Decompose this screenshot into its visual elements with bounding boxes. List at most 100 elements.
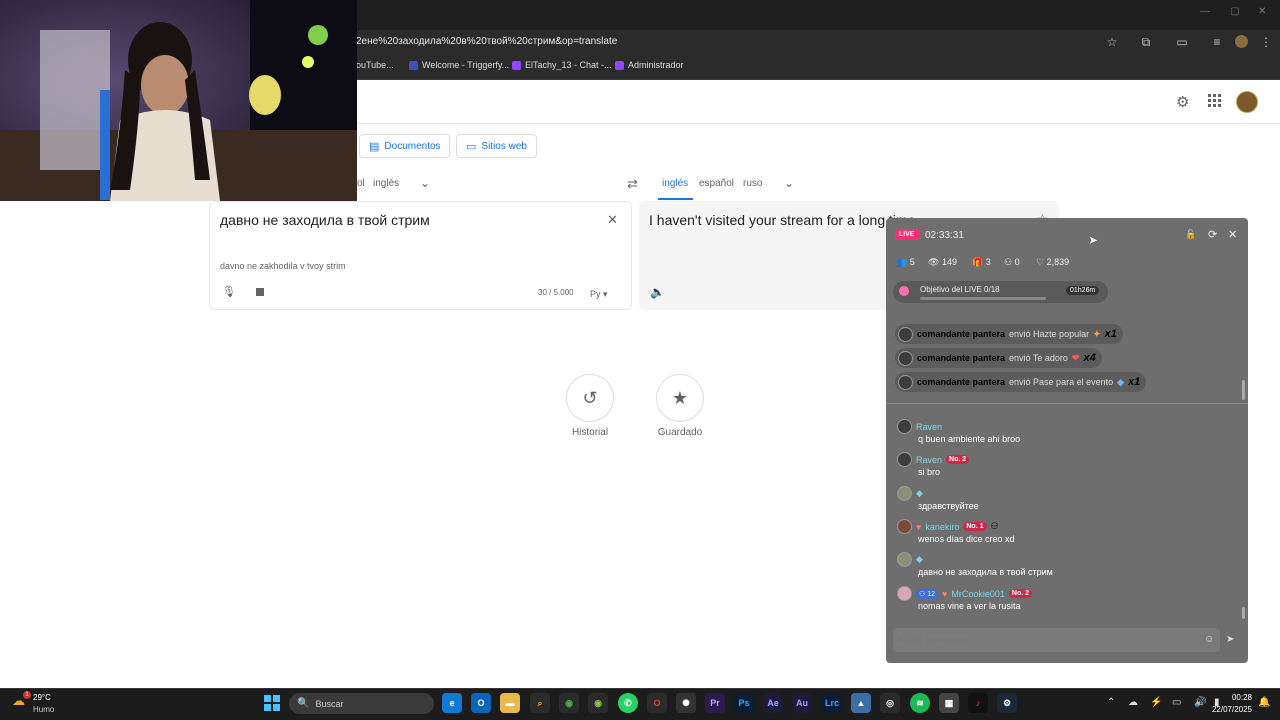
search-app-icon[interactable]: ⌕ [530, 693, 550, 713]
target-lang-spanish[interactable]: español [699, 178, 734, 189]
chrome-icon[interactable]: ◉ [559, 693, 579, 713]
chat-message: ⚇ 12 ♥ MrCookie001 No. 2 nomas vine a ver l… [897, 586, 1033, 611]
mouse-cursor-icon: ➤ [1088, 233, 1099, 247]
bookmark-youtube[interactable]: ouTube... [356, 60, 394, 70]
likes-stat: ♡ 2,839 [1036, 257, 1069, 268]
minimize-icon[interactable]: — [1200, 6, 1210, 17]
swap-languages-icon[interactable]: ⇄ [627, 176, 638, 192]
users-count: 5 [909, 257, 915, 267]
clock-date[interactable]: 22/07/2025 [1209, 705, 1252, 714]
source-text[interactable]: давно не заходила в твой стрим [220, 212, 430, 228]
goal-icon [899, 286, 909, 296]
clear-source-icon[interactable]: ✕ [607, 212, 618, 228]
photoshop-icon[interactable]: Ps [734, 693, 754, 713]
extensions-icon[interactable]: ⧉ [1138, 35, 1154, 50]
bookmark-triggerfy[interactable]: Welcome - Triggerfy... [409, 60, 509, 70]
photos-icon[interactable]: ▲ [851, 693, 871, 713]
rank-badge: No. 2 [1008, 589, 1033, 598]
edge-icon[interactable]: e [442, 693, 462, 713]
bookmark-label: Welcome - Triggerfy... [422, 60, 510, 70]
send-icon[interactable]: ➤ [1226, 634, 1234, 645]
gift-row: comandante pantera envió Pase para el ev… [895, 372, 1147, 392]
saved-button[interactable]: ★ [656, 374, 704, 422]
clock-time[interactable]: 00:28 [1228, 693, 1252, 702]
lightroom-icon[interactable]: Lrc [822, 693, 842, 713]
bookmark-twitch-chat[interactable]: ElTachy_13 - Chat -... [512, 60, 612, 70]
microphone-icon[interactable]: 🎙 [222, 285, 236, 298]
gift-action: envió Hazte popular [1009, 329, 1090, 339]
source-lang-dropdown-icon[interactable]: ⌄ [420, 176, 430, 190]
volume-icon[interactable]: 🔊 [1194, 697, 1206, 708]
profile-avatar[interactable] [1235, 35, 1248, 48]
bookmark-admin[interactable]: Administrador [615, 60, 684, 70]
target-lang-english[interactable]: inglés [662, 178, 688, 189]
tray-network-icon[interactable]: ⚡ [1150, 697, 1162, 708]
steam-icon[interactable]: ⚙ [997, 693, 1017, 713]
close-overlay-icon[interactable]: ✕ [1228, 228, 1237, 241]
tiktok-icon[interactable]: ♪ [968, 693, 988, 713]
chat-username[interactable]: ◆ [916, 488, 923, 499]
bookmark-star-icon[interactable]: ☆ [1104, 35, 1120, 49]
eye-icon: 👁 [928, 257, 940, 267]
gift-scrollbar[interactable] [1242, 380, 1245, 400]
opera-icon[interactable]: O [647, 693, 667, 713]
weather-temp: 29°C [33, 693, 51, 702]
target-lang-russian[interactable]: ruso [743, 178, 762, 189]
davinci-icon[interactable]: ✺ [676, 693, 696, 713]
twitch-icon [615, 60, 624, 70]
menu-icon[interactable]: ⋮ [1258, 35, 1274, 49]
history-button[interactable]: ↺ [566, 374, 614, 422]
tray-display-icon[interactable]: ▭ [1172, 697, 1181, 708]
chat-username[interactable]: Raven [916, 455, 942, 465]
input-tools-button[interactable]: Ру ▾ [590, 289, 608, 300]
documents-chip[interactable]: ▤ Documentos [359, 134, 450, 158]
premiere-icon[interactable]: Pr [705, 693, 725, 713]
store-icon[interactable]: ▦ [939, 693, 959, 713]
close-window-icon[interactable]: ✕ [1258, 6, 1266, 17]
after-effects-icon[interactable]: Ae [763, 693, 783, 713]
chat-username[interactable]: MrCookie001 [951, 589, 1005, 599]
emoji-icon[interactable]: ☺ [1204, 634, 1214, 645]
audition-icon[interactable]: Au [792, 693, 812, 713]
chat-scrollbar[interactable] [1242, 607, 1245, 619]
chat-username[interactable]: ◆ [916, 554, 923, 565]
whatsapp-icon[interactable]: ✆ [618, 693, 638, 713]
windows-start-icon[interactable] [264, 695, 280, 711]
address-bar[interactable]: 2eне%20заходила%20в%20твой%20стрим&op=tr… [356, 36, 617, 47]
comment-input[interactable] [897, 631, 1197, 649]
target-lang-dropdown-icon[interactable]: ⌄ [784, 176, 794, 190]
chat-username[interactable]: Raven [916, 422, 942, 432]
outlook-icon[interactable]: O [471, 693, 491, 713]
websites-chip[interactable]: ▭ Sitios web [456, 134, 537, 158]
chrome-alt-icon[interactable]: ◉ [588, 693, 608, 713]
reading-list-icon[interactable]: ≡ [1209, 35, 1225, 49]
stop-icon[interactable] [256, 288, 264, 296]
share-user-icon: ⚇ [1004, 257, 1013, 267]
file-explorer-icon[interactable]: ▬ [500, 693, 520, 713]
taskbar-search-box[interactable]: 🔍 Buscar [289, 693, 434, 714]
source-lang-english[interactable]: inglés [373, 178, 399, 189]
avatar [898, 326, 913, 342]
listen-speaker-icon[interactable]: 🔈 [650, 285, 665, 299]
cast-icon[interactable]: ▭ [1174, 35, 1190, 49]
tray-overflow-icon[interactable]: ⌃ [1107, 697, 1115, 708]
chat-text: nomas vine a ver la rusita [918, 601, 1021, 611]
notifications-icon[interactable]: 🔔 [1258, 697, 1270, 708]
chat-message: Raven No. 2 si bro [897, 452, 970, 477]
maximize-icon[interactable]: ▢ [1230, 6, 1239, 17]
settings-gear-icon[interactable]: ⚙ [1176, 93, 1189, 111]
obs-icon[interactable]: ◎ [880, 693, 900, 713]
apps-grid-icon[interactable] [1208, 94, 1221, 107]
chat-username[interactable]: kanekiro [925, 522, 959, 532]
lock-icon[interactable]: 🔓 [1185, 229, 1196, 240]
source-lang-partial[interactable]: ol [357, 178, 365, 189]
goal-time: 01h26m [1066, 286, 1100, 295]
account-avatar[interactable] [1236, 91, 1258, 113]
tray-cloud-icon[interactable]: ☁ [1128, 697, 1138, 708]
refresh-icon[interactable]: ⟳ [1208, 228, 1217, 241]
chat-text: wenos días dice creo xd [918, 534, 1015, 544]
divider [886, 403, 1248, 404]
twitch-icon [512, 60, 521, 70]
fan-heart-icon: ♥ [916, 521, 922, 532]
spotify-icon[interactable]: ≋ [910, 693, 930, 713]
